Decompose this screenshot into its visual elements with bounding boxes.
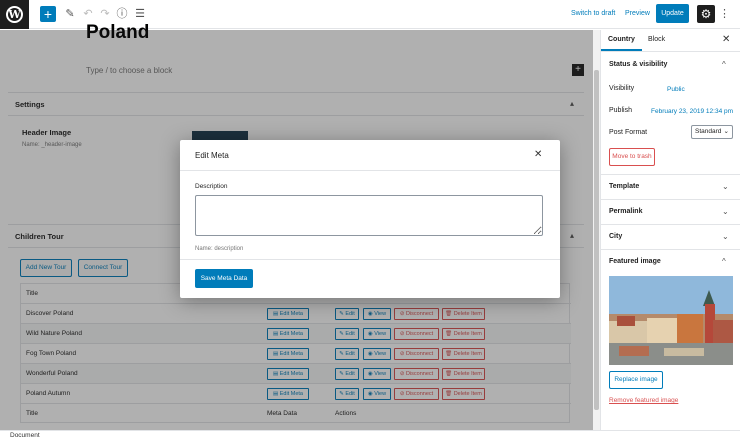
castle-square-photo-icon	[609, 276, 733, 365]
featured-image-panel-header[interactable]: Featured image	[609, 258, 661, 265]
switch-to-draft-link[interactable]: Switch to draft	[571, 10, 615, 17]
permalink-panel-header[interactable]: Permalink	[609, 208, 642, 215]
redo-icon[interactable]: ↷	[97, 6, 113, 22]
divider	[601, 224, 740, 225]
publish-date-link[interactable]: February 23, 2019 12:34 pm	[651, 108, 733, 115]
close-icon[interactable]: ✕	[534, 149, 542, 160]
wordpress-logo-icon[interactable]: W	[0, 0, 29, 29]
chevron-up-icon[interactable]: ^	[722, 257, 726, 266]
tab-country[interactable]: Country	[608, 36, 635, 43]
update-button[interactable]: Update	[656, 4, 689, 23]
info-icon[interactable]: ⓘ	[114, 6, 130, 22]
add-block-button[interactable]: +	[40, 6, 56, 22]
status-visibility-header[interactable]: Status & visibility	[609, 61, 667, 68]
save-meta-data-button[interactable]: Save Meta Data	[195, 269, 253, 288]
post-format-label: Post Format	[609, 129, 648, 136]
chevron-down-icon[interactable]: ⌄	[722, 207, 729, 216]
edit-meta-modal: Edit Meta ✕ Description Name: descriptio…	[180, 140, 560, 298]
breadcrumb[interactable]: Document	[10, 432, 40, 439]
modal-title: Edit Meta	[195, 151, 229, 160]
publish-label: Publish	[609, 107, 632, 114]
visibility-label: Visibility	[609, 85, 635, 92]
chevron-up-icon[interactable]: ^	[722, 60, 726, 69]
post-format-value: Standard	[695, 128, 722, 135]
editor-scrollbar-thumb[interactable]	[594, 70, 599, 410]
description-label: Description	[195, 183, 228, 190]
pencil-icon[interactable]: ✎	[62, 6, 78, 22]
divider	[601, 51, 740, 52]
description-help-text: Name: description	[195, 246, 244, 252]
chevron-down-icon[interactable]: ⌄	[722, 232, 729, 241]
visibility-value-link[interactable]: Public	[667, 86, 685, 93]
chevron-down-icon: ⌄	[723, 128, 729, 135]
footer-bar	[0, 430, 740, 440]
divider	[601, 199, 740, 200]
city-panel-header[interactable]: City	[609, 233, 622, 240]
post-format-select[interactable]: Standard ⌄	[691, 125, 733, 139]
divider	[601, 174, 740, 175]
undo-icon[interactable]: ↶	[80, 6, 96, 22]
list-view-icon[interactable]: ☰	[132, 6, 148, 22]
divider	[601, 249, 740, 250]
preview-link[interactable]: Preview	[625, 10, 650, 17]
template-panel-header[interactable]: Template	[609, 183, 639, 190]
divider	[180, 259, 560, 260]
close-icon[interactable]: ✕	[722, 34, 730, 45]
gear-icon[interactable]: ⚙	[697, 5, 715, 23]
modal-header	[180, 140, 560, 171]
more-options-icon[interactable]: ⋮	[719, 5, 730, 23]
tab-block[interactable]: Block	[648, 36, 665, 43]
description-textarea[interactable]	[195, 195, 543, 236]
remove-featured-image-link[interactable]: Remove featured image	[609, 397, 678, 404]
move-to-trash-button[interactable]: Move to trash	[609, 148, 655, 166]
featured-image-preview[interactable]	[609, 276, 733, 365]
replace-image-button[interactable]: Replace image	[609, 371, 663, 389]
chevron-down-icon[interactable]: ⌄	[722, 182, 729, 191]
